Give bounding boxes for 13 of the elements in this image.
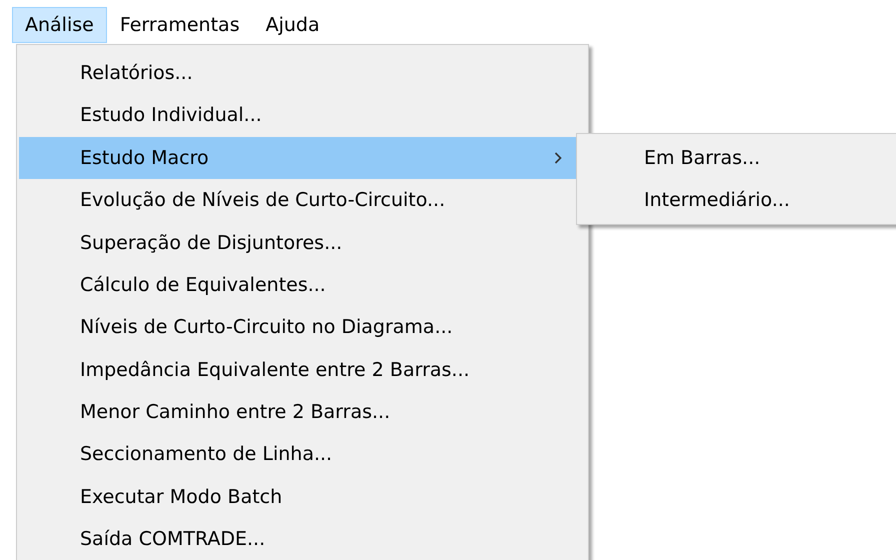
menu-item[interactable]: Cálculo de Equivalentes... — [19, 264, 586, 306]
menu-title[interactable]: Ajuda — [252, 7, 333, 43]
menu-item[interactable]: Superação de Disjuntores... — [19, 222, 586, 264]
menu-item[interactable]: Impedância Equivalente entre 2 Barras... — [19, 348, 586, 392]
menu-item[interactable]: Menor Caminho entre 2 Barras... — [19, 391, 586, 434]
menu-title[interactable]: Análise — [12, 7, 107, 43]
menu-item[interactable]: Níveis de Curto-Circuito no Diagrama... — [19, 306, 586, 349]
menu-item[interactable]: Saída COMTRADE... — [19, 518, 586, 560]
menu-title[interactable]: Ferramentas — [106, 7, 253, 43]
menu-item[interactable]: Executar Modo Batch — [19, 476, 586, 518]
menu-item[interactable]: Relatórios... — [19, 52, 586, 94]
menu-item[interactable]: Estudo Individual... — [19, 94, 586, 137]
menu-item[interactable]: Seccionamento de Linha... — [19, 434, 586, 476]
